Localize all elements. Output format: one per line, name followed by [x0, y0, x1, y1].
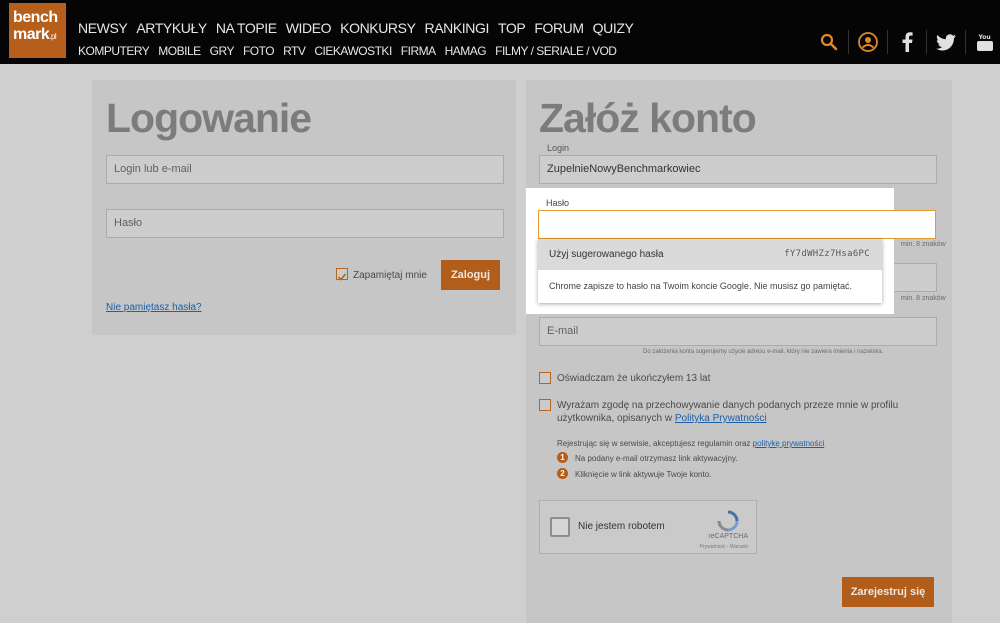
nav-item-quizy[interactable]: QUIZY — [593, 20, 634, 36]
header-divider — [965, 30, 966, 54]
nav-item-hamag[interactable]: HAMAG — [445, 44, 487, 58]
suggested-password-label: Użyj sugerowanego hasła — [549, 249, 664, 260]
top-navigation-bar: bench mark.pl NEWSY ARTYKUŁY NA TOPIE WI… — [0, 0, 1000, 64]
site-logo[interactable]: bench mark.pl — [9, 3, 66, 58]
nav-item-newsy[interactable]: NEWSY — [78, 20, 128, 36]
rules-privacy-link[interactable]: politykę prywatności — [753, 439, 825, 448]
nav-item-wideo[interactable]: WIDEO — [286, 20, 332, 36]
step-1-text: Na podany e-mail otrzymasz link aktywacy… — [575, 454, 738, 463]
login-input-placeholder: Login lub e-mail — [114, 163, 192, 175]
recaptcha-terms[interactable]: Prywatność - Warunki — [700, 544, 748, 550]
register-title: Załóż konto — [539, 95, 757, 141]
password-confirm-hint: min. 8 znaków — [901, 295, 946, 302]
nav-item-mobile[interactable]: MOBILE — [158, 44, 201, 58]
suggested-password-value: fY7dWHZz7Hsa6PC — [784, 249, 870, 259]
password-save-note: Chrome zapisze to hasło na Twoim koncie … — [549, 281, 852, 291]
password-field-highlight: Hasło Użyj sugerowanego hasła fY7dWHZz7H… — [526, 188, 936, 314]
facebook-icon[interactable] — [896, 30, 918, 54]
email-hint: Do założenia konta sugerujemy użycie adr… — [643, 349, 884, 355]
nav-item-rankingi[interactable]: RANKINGI — [425, 20, 490, 36]
primary-nav: NEWSY ARTYKUŁY NA TOPIE WIDEO KONKURSY R… — [78, 20, 634, 36]
twitter-icon[interactable] — [935, 30, 957, 54]
register-password-input[interactable] — [538, 210, 936, 239]
password-hint: min. 8 znaków — [901, 241, 946, 248]
login-password-input[interactable]: Hasło — [106, 209, 504, 238]
register-button[interactable]: Zarejestruj się — [842, 577, 934, 607]
register-email-input[interactable]: E-mail — [539, 317, 937, 346]
consent-text: Wyrażam zgodę na przechowywanie danych p… — [557, 400, 899, 411]
nav-item-komputery[interactable]: KOMPUTERY — [78, 44, 150, 58]
login-button[interactable]: Zaloguj — [441, 260, 500, 290]
nav-item-foto[interactable]: FOTO — [243, 44, 275, 58]
nav-item-forum[interactable]: FORUM — [534, 20, 584, 36]
user-icon[interactable] — [857, 30, 879, 54]
login-title: Logowanie — [106, 95, 312, 141]
consent-checkbox[interactable] — [539, 399, 551, 411]
rules-text: Rejestrując się w serwisie, akceptujesz … — [557, 439, 825, 448]
nav-item-firma[interactable]: FIRMA — [401, 44, 436, 58]
logo-line-2: mark.pl — [13, 26, 57, 43]
login-input[interactable]: Login lub e-mail — [106, 155, 504, 184]
nav-item-ciekawostki[interactable]: CIEKAWOSTKI — [314, 44, 392, 58]
nav-item-na-topie[interactable]: NA TOPIE — [216, 20, 277, 36]
login-password-placeholder: Hasło — [114, 217, 143, 229]
register-email-placeholder: E-mail — [547, 325, 579, 337]
register-login-label: Login — [547, 143, 570, 153]
register-password-label: Hasło — [546, 198, 570, 208]
svg-text:You: You — [978, 34, 991, 41]
nav-item-artykuly[interactable]: ARTYKUŁY — [136, 20, 207, 36]
recaptcha-checkbox[interactable] — [550, 517, 570, 537]
logo-suffix: .pl — [49, 32, 57, 41]
search-icon[interactable] — [818, 30, 840, 54]
consent-text-line2: użytkownika, opisanych w Polityka Prywat… — [557, 413, 767, 424]
recaptcha-brand: reCAPTCHA — [708, 533, 748, 540]
nav-item-top[interactable]: TOP — [498, 20, 526, 36]
password-suggestion-dropdown: Użyj sugerowanego hasła fY7dWHZz7Hsa6PC … — [538, 239, 882, 303]
secondary-nav: KOMPUTERY MOBILE GRY FOTO RTV CIEKAWOSTK… — [78, 44, 617, 58]
recaptcha-label: Nie jestem robotem — [578, 521, 665, 532]
checkmark-icon — [337, 273, 347, 281]
step-2-badge: 2 — [557, 468, 568, 479]
recaptcha-logo-icon — [717, 510, 739, 532]
register-login-value: ZupelnieNowyBenchmarkowiec — [547, 163, 701, 175]
remember-me-label: Zapamiętaj mnie — [353, 270, 427, 281]
header-divider — [848, 30, 849, 54]
nav-item-gry[interactable]: GRY — [210, 44, 235, 58]
age-label: Oświadczam że ukończyłem 13 lat — [557, 373, 711, 384]
age-checkbox[interactable] — [539, 372, 551, 384]
nav-item-rtv[interactable]: RTV — [283, 44, 306, 58]
step-2-text: Kliknięcie w link aktywuje Twoje konto. — [575, 470, 712, 479]
header-divider — [926, 30, 927, 54]
step-1-badge: 1 — [557, 452, 568, 463]
remember-me-checkbox[interactable] — [336, 268, 348, 281]
recaptcha-widget: Nie jestem robotem reCAPTCHA Prywatność … — [539, 500, 757, 554]
register-login-input[interactable]: ZupelnieNowyBenchmarkowiec — [539, 155, 937, 184]
nav-item-filmy-seriale-vod[interactable]: FILMY / SERIALE / VOD — [495, 44, 617, 58]
nav-item-konkursy[interactable]: KONKURSY — [340, 20, 416, 36]
forgot-password-link[interactable]: Nie pamiętasz hasła? — [106, 301, 202, 314]
header-icons: You — [818, 30, 996, 54]
logo-line-1: bench — [13, 9, 58, 26]
privacy-policy-link[interactable]: Polityka Prywatności — [675, 413, 767, 424]
youtube-icon[interactable]: You — [974, 30, 996, 54]
header-divider — [887, 30, 888, 54]
use-suggested-password-option[interactable]: Użyj sugerowanego hasła fY7dWHZz7Hsa6PC — [538, 239, 882, 270]
